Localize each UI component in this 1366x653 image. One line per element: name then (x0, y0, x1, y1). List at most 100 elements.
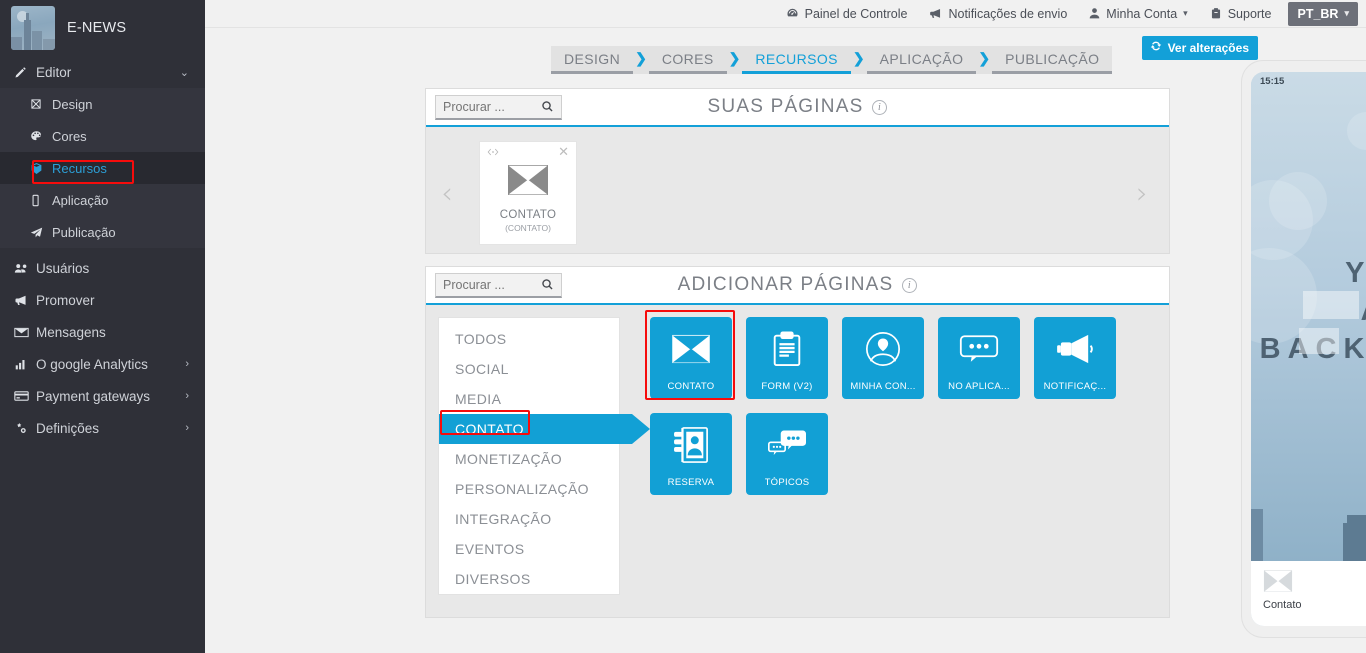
add-pages-panel: ADICIONAR PÁGINAS i TODOS SOCIAL MEDIA C… (425, 266, 1170, 618)
sidebar-item-label: Design (52, 96, 93, 112)
sidebar-item-label: O google Analytics (36, 356, 148, 372)
category-personalizacao[interactable]: PERSONALIZAÇÃO (439, 474, 619, 504)
search-icon[interactable] (541, 278, 554, 291)
chevron-right-icon: ❯ (850, 46, 867, 74)
category-monetizacao[interactable]: MONETIZAÇÃO (439, 444, 619, 474)
address-book-icon (673, 413, 709, 477)
bar-chart-icon (14, 358, 36, 371)
category-diversos[interactable]: DIVERSOS (439, 564, 619, 594)
sidebar-item-google-analytics[interactable]: O google Analytics › (0, 348, 205, 380)
sidebar-item-design[interactable]: Design (0, 88, 205, 120)
lifebuoy-icon (1210, 7, 1222, 20)
sidebar: E-NEWS Editor ⌄ Design Cores Recursos Ap… (0, 0, 205, 653)
top-link-painel-de-controle[interactable]: Painel de Controle (775, 0, 919, 28)
sidebar-item-label: Cores (52, 128, 87, 144)
mobile-icon (30, 194, 52, 207)
info-icon[interactable]: i (902, 277, 918, 293)
sidebar-item-publicacao[interactable]: Publicação (0, 216, 205, 248)
user-icon (1089, 7, 1100, 20)
tile-label: NOTIFICAÇ... (1043, 381, 1107, 392)
sidebar-item-editor[interactable]: Editor ⌄ (0, 56, 205, 88)
category-integracao[interactable]: INTEGRAÇÃO (439, 504, 619, 534)
close-icon[interactable]: ✕ (558, 145, 569, 160)
page-card-contato[interactable]: ✕ CONTATO (CONTATO) (479, 141, 577, 245)
search-input[interactable] (443, 99, 535, 114)
sidebar-item-label: Usuários (36, 260, 90, 276)
sidebar-item-definicoes[interactable]: Definições › (0, 412, 205, 444)
page-card-toolbar: ✕ (480, 142, 576, 160)
dock-item-label: Contato (1263, 599, 1302, 611)
tile-label: RESERVA (667, 477, 715, 488)
tile-contato[interactable]: CONTATO (650, 317, 732, 399)
tile-topicos[interactable]: TÓPICOS (746, 413, 828, 495)
bullhorn-icon (929, 7, 942, 20)
view-changes-label: Ver alterações (1167, 40, 1249, 55)
category-contato[interactable]: CONTATO (439, 414, 650, 444)
category-eventos[interactable]: EVENTOS (439, 534, 619, 564)
search-input[interactable] (443, 277, 535, 292)
top-link-minha-conta[interactable]: Minha Conta ▾ (1078, 0, 1198, 28)
chevron-right-icon: › (185, 358, 189, 370)
chevron-right-icon: ❯ (633, 46, 649, 74)
cube-icon (30, 162, 52, 175)
tile-reserva[interactable]: RESERVA (650, 413, 732, 495)
contact-circle-icon (864, 317, 902, 381)
skyline-silhouette (1251, 426, 1366, 561)
category-media[interactable]: MEDIA (439, 384, 619, 414)
view-changes-button[interactable]: Ver alterações (1141, 36, 1258, 60)
tile-notificacoes[interactable]: NOTIFICAÇ... (1034, 317, 1116, 399)
sidebar-item-label: Editor (36, 64, 72, 80)
pencil-icon (14, 66, 36, 79)
top-link-label: Painel de Controle (804, 6, 908, 21)
sidebar-item-label: Promover (36, 292, 95, 308)
sidebar-item-label: Mensagens (36, 324, 106, 340)
top-link-label: Notificações de envio (948, 6, 1068, 21)
users-icon (14, 262, 36, 275)
sidebar-item-cores[interactable]: Cores (0, 120, 205, 152)
top-link-suporte[interactable]: Suporte (1199, 0, 1283, 28)
tile-minha-conta[interactable]: MINHA CON... (842, 317, 924, 399)
app-root: E-NEWS Editor ⌄ Design Cores Recursos Ap… (0, 0, 1366, 653)
breadcrumb-item-aplicacao[interactable]: APLICAÇÃO (866, 46, 977, 74)
tile-no-aplicativo[interactable]: NO APLICA... (938, 317, 1020, 399)
your-pages-search[interactable] (435, 94, 562, 120)
brand-logo-icon (11, 6, 55, 50)
sidebar-item-recursos[interactable]: Recursos (0, 152, 205, 184)
envelope-icon (507, 164, 549, 201)
breadcrumb-item-cores[interactable]: CORES (648, 46, 727, 74)
sidebar-item-aplicacao[interactable]: Aplicação (0, 184, 205, 216)
sidebar-item-mensagens[interactable]: Mensagens (0, 316, 205, 348)
gears-icon (14, 422, 36, 435)
top-link-notificacoes-de-envio[interactable]: Notificações de envio (918, 0, 1078, 28)
status-time: 15:15 (1260, 75, 1285, 87)
breadcrumb-item-design[interactable]: DESIGN (551, 46, 634, 74)
search-icon[interactable] (541, 100, 554, 113)
chevron-right-icon: ❯ (976, 46, 993, 74)
pages-carousel: ‹ ✕ CONTATO (CONTATO) › (426, 127, 1169, 259)
category-social[interactable]: SOCIAL (439, 354, 619, 384)
sidebar-item-label: Recursos (52, 160, 107, 176)
carousel-next-button[interactable]: › (1121, 127, 1163, 259)
language-selector[interactable]: PT_BR ▾ (1288, 1, 1358, 26)
category-todos[interactable]: TODOS (439, 324, 619, 354)
breadcrumb-item-recursos[interactable]: RECURSOS (742, 46, 851, 74)
sidebar-item-promover[interactable]: Promover (0, 284, 205, 316)
add-pages-header: ADICIONAR PÁGINAS i (426, 267, 1169, 305)
tile-form-v2[interactable]: FORM (V2) (746, 317, 828, 399)
tile-label: TÓPICOS (764, 477, 810, 488)
chevron-down-icon: ▾ (1344, 8, 1349, 18)
megaphone-icon (14, 294, 36, 307)
code-icon[interactable] (487, 147, 499, 160)
credit-card-icon (14, 390, 36, 402)
add-pages-title: ADICIONAR PÁGINAS (677, 274, 894, 295)
sidebar-item-usuarios[interactable]: Usuários (0, 252, 205, 284)
brand[interactable]: E-NEWS (0, 0, 205, 56)
sidebar-item-payment-gateways[interactable]: Payment gateways › (0, 380, 205, 412)
chevron-right-icon: › (185, 390, 189, 402)
palette-icon (30, 130, 52, 143)
dock-item-contato[interactable]: Contato (1263, 569, 1302, 611)
carousel-prev-button[interactable]: ‹ (426, 176, 468, 210)
breadcrumb-item-publicacao[interactable]: PUBLICAÇÃO (992, 46, 1113, 74)
add-pages-search[interactable] (435, 272, 562, 298)
info-icon[interactable]: i (872, 99, 888, 115)
